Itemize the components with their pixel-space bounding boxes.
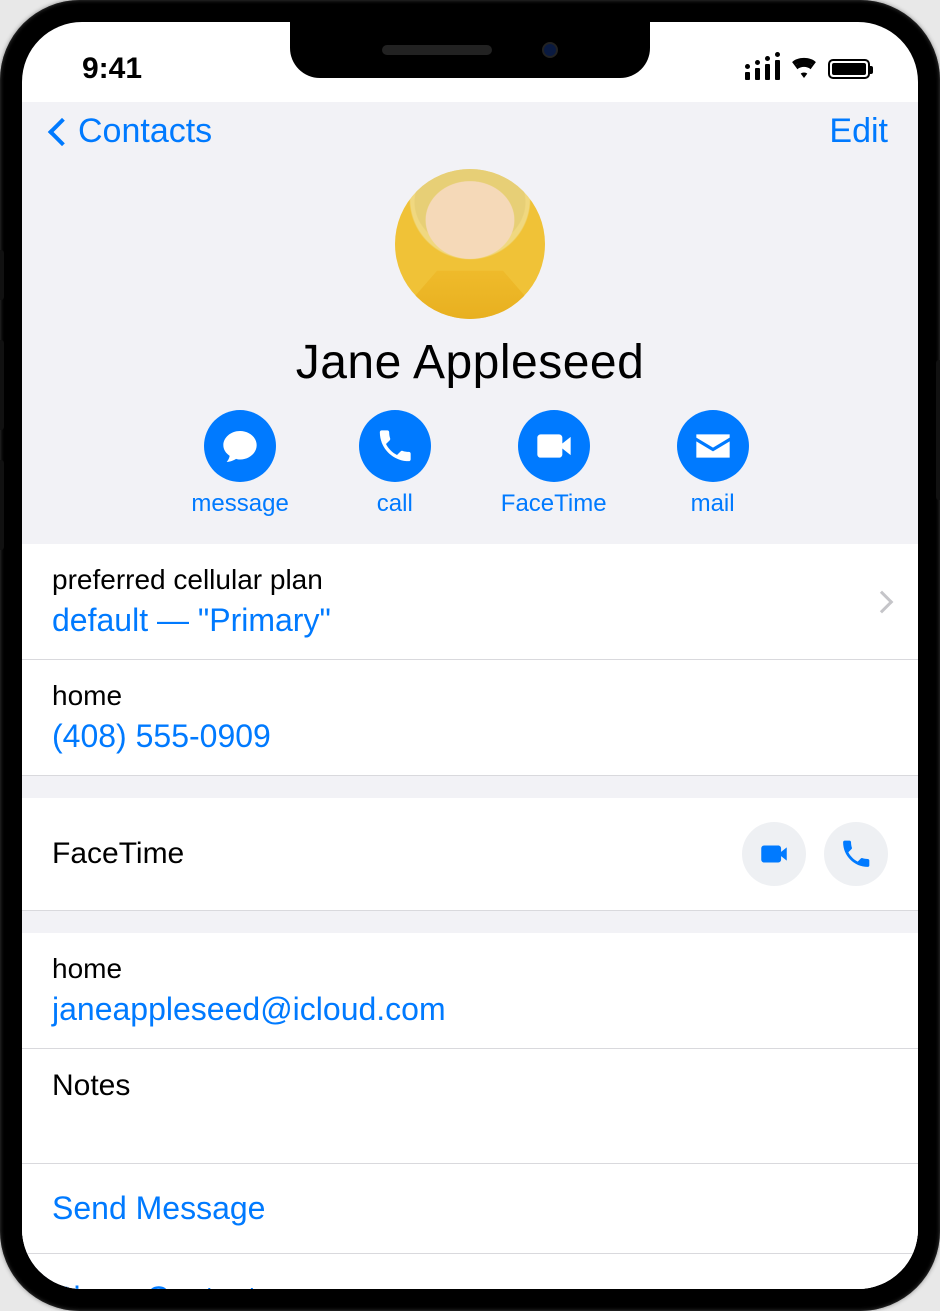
status-indicators: [745, 52, 878, 86]
home-phone-label: home: [52, 680, 888, 712]
quick-actions: message call FaceTime: [22, 410, 918, 518]
power-button: [936, 360, 940, 500]
facetime-row: FaceTime: [22, 798, 918, 911]
message-label: message: [191, 490, 288, 518]
mail-action[interactable]: mail: [677, 410, 749, 518]
facetime-audio-button[interactable]: [824, 822, 888, 886]
phone-icon: [839, 837, 873, 871]
call-label: call: [377, 490, 413, 518]
contact-header: Jane Appleseed message call: [22, 163, 918, 544]
share-contact-link[interactable]: Share Contact: [22, 1254, 918, 1289]
send-message-link[interactable]: Send Message: [22, 1164, 918, 1254]
preferred-plan-value: default — "Primary": [52, 602, 888, 639]
chevron-left-icon: [48, 117, 76, 145]
notch: [290, 22, 650, 78]
preferred-plan-label: preferred cellular plan: [52, 564, 888, 596]
phone-frame: 9:41 Contacts: [0, 0, 940, 1311]
phone-icon: [359, 410, 431, 482]
home-email-label: home: [52, 953, 888, 985]
home-email-value: janeappleseed@icloud.com: [52, 991, 888, 1028]
facetime-action[interactable]: FaceTime: [501, 410, 607, 518]
message-action[interactable]: message: [191, 410, 288, 518]
mail-icon: [677, 410, 749, 482]
home-phone-row[interactable]: home (408) 555-0909: [22, 660, 918, 776]
message-icon: [204, 410, 276, 482]
notes-row[interactable]: Notes: [22, 1049, 918, 1164]
facetime-row-label: FaceTime: [52, 837, 184, 871]
back-label: Contacts: [78, 112, 212, 151]
video-icon: [757, 837, 791, 871]
volume-up-button: [0, 340, 4, 430]
edit-button[interactable]: Edit: [829, 112, 888, 151]
notes-label: Notes: [52, 1069, 130, 1102]
battery-icon: [828, 59, 870, 79]
mail-label: mail: [691, 490, 735, 518]
phone-screen: 9:41 Contacts: [22, 22, 918, 1289]
facetime-video-button[interactable]: [742, 822, 806, 886]
back-button[interactable]: Contacts: [52, 112, 212, 151]
speaker-grille: [382, 45, 492, 55]
volume-down-button: [0, 460, 4, 550]
section-spacer: [22, 911, 918, 933]
call-action[interactable]: call: [359, 410, 431, 518]
contact-avatar[interactable]: [395, 169, 545, 319]
home-phone-value: (408) 555-0909: [52, 718, 888, 755]
video-icon: [518, 410, 590, 482]
section-spacer: [22, 776, 918, 798]
navigation-bar: Contacts Edit: [22, 102, 918, 163]
contact-detail-screen: Contacts Edit Jane Appleseed message: [22, 102, 918, 1289]
home-email-row[interactable]: home janeappleseed@icloud.com: [22, 933, 918, 1049]
mute-switch: [0, 250, 4, 300]
preferred-plan-row[interactable]: preferred cellular plan default — "Prima…: [22, 544, 918, 660]
detail-list: preferred cellular plan default — "Prima…: [22, 544, 918, 776]
wifi-icon: [790, 52, 818, 86]
status-time: 9:41: [62, 52, 142, 86]
facetime-label: FaceTime: [501, 490, 607, 518]
contact-name: Jane Appleseed: [22, 335, 918, 390]
front-camera: [542, 42, 558, 58]
cellular-signal-icon: [745, 58, 780, 80]
